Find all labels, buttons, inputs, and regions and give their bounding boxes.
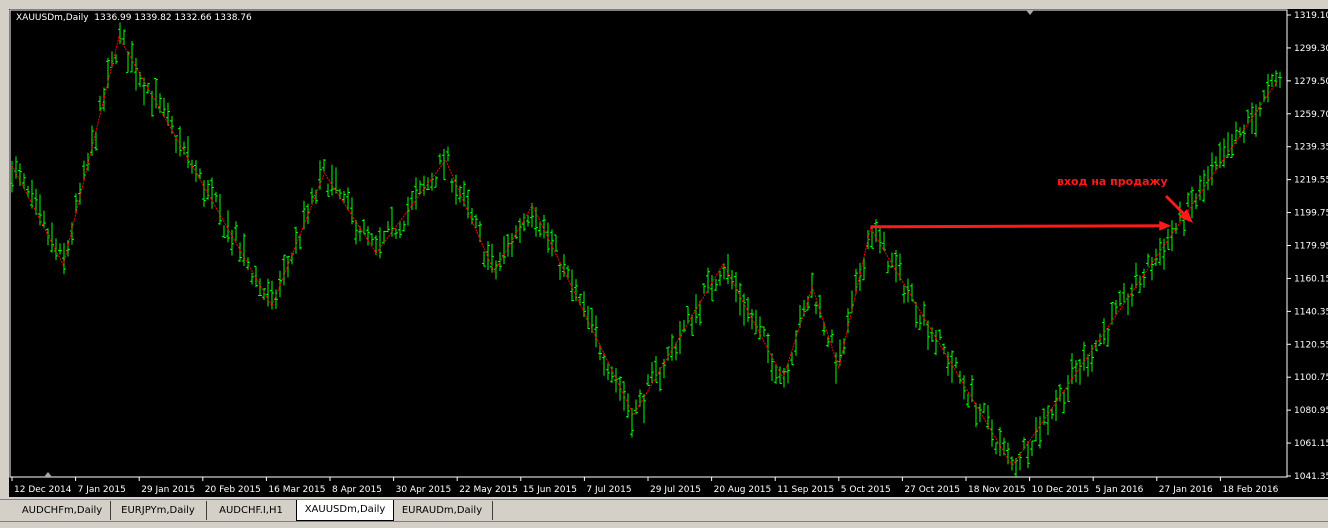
x-tick-label: 20 Feb 2015 bbox=[205, 485, 261, 495]
x-tick-label: 20 Aug 2015 bbox=[714, 485, 772, 495]
y-tick-label: 1219.55 bbox=[1294, 176, 1328, 186]
x-tick-label: 30 Apr 2015 bbox=[396, 485, 452, 495]
tab-audchfm-daily[interactable]: AUDCHFm,Daily bbox=[14, 501, 111, 520]
x-tick-label: 18 Nov 2015 bbox=[968, 485, 1026, 495]
tab-euraudm-daily[interactable]: EURAUDm,Daily bbox=[392, 501, 493, 520]
y-tick-label: 1279.50 bbox=[1294, 77, 1328, 87]
tab-eurjpym-daily[interactable]: EURJPYm,Daily bbox=[110, 501, 207, 520]
price-bars bbox=[10, 22, 1282, 477]
price-chart[interactable]: 1319.10 1299.30 1279.50 1259.70 1239.35 1219.… bbox=[9, 9, 1328, 497]
chart-symbol: XAUUSDm,Daily bbox=[16, 13, 89, 23]
y-tick-label: 1140.35 bbox=[1294, 307, 1328, 317]
y-tick-label: 1239.35 bbox=[1294, 143, 1328, 153]
zigzag-line bbox=[11, 35, 1279, 467]
level-arrow bbox=[870, 224, 1164, 229]
chart-ohlc: 1336.99 1339.82 1332.66 1338.76 bbox=[94, 13, 252, 23]
x-tick-label: 11 Sep 2015 bbox=[777, 485, 834, 495]
annotation-text: вход на продажу bbox=[1057, 175, 1168, 188]
toolbar-strip bbox=[0, 0, 1328, 9]
y-tick-label: 1319.10 bbox=[1294, 11, 1328, 21]
x-tick-label: 18 Feb 2016 bbox=[1222, 485, 1278, 495]
x-tick-label: 16 Mar 2015 bbox=[268, 485, 325, 495]
x-tick-label: 29 Jul 2015 bbox=[650, 485, 701, 495]
y-tick-label: 1120.55 bbox=[1294, 340, 1328, 350]
x-tick-label: 12 Dec 2014 bbox=[14, 485, 72, 495]
x-tick-label: 15 Jun 2015 bbox=[523, 485, 577, 495]
x-tick-label: 5 Jan 2016 bbox=[1095, 485, 1143, 495]
y-tick-label: 1179.95 bbox=[1294, 242, 1328, 252]
y-tick-label: 1061.15 bbox=[1294, 439, 1328, 449]
chart-header: XAUUSDm,Daily 1336.99 1339.82 1332.66 13… bbox=[16, 13, 252, 23]
tab-xauusdm-daily[interactable]: XAUUSDm,Daily bbox=[296, 500, 394, 521]
y-tick-label: 1199.75 bbox=[1294, 209, 1328, 219]
chart-window[interactable]: 1319.10 1299.30 1279.50 1259.70 1239.35 1219.… bbox=[9, 9, 1328, 497]
x-tick-label: 10 Dec 2015 bbox=[1032, 485, 1090, 495]
y-tick-label: 1041.35 bbox=[1294, 472, 1328, 482]
x-tick-label: 7 Jul 2015 bbox=[586, 485, 631, 495]
arrow-head-icon bbox=[1159, 220, 1172, 231]
x-tick-label: 27 Jan 2016 bbox=[1159, 485, 1213, 495]
x-tick-label: 8 Apr 2015 bbox=[332, 485, 382, 495]
shift-marker-icon bbox=[44, 472, 52, 477]
tab-audchf-i-h1[interactable]: AUDCHF.I,H1 bbox=[206, 501, 297, 520]
x-tick-label: 22 May 2015 bbox=[459, 485, 518, 495]
x-tick-label: 27 Oct 2015 bbox=[904, 485, 960, 495]
y-tick-label: 1100.75 bbox=[1294, 373, 1328, 383]
y-tick-label: 1080.95 bbox=[1294, 406, 1328, 416]
x-tick-label: 7 Jan 2015 bbox=[78, 485, 126, 495]
y-tick-label: 1160.15 bbox=[1294, 274, 1328, 284]
y-tick-label: 1259.70 bbox=[1294, 110, 1328, 120]
x-tick-label: 29 Jan 2015 bbox=[141, 485, 195, 495]
y-tick-label: 1299.30 bbox=[1294, 44, 1328, 54]
scroll-marker-icon bbox=[1026, 10, 1034, 15]
plot-frame bbox=[9, 9, 1288, 478]
x-tick-label: 5 Oct 2015 bbox=[841, 485, 891, 495]
chart-tabs: AUDCHFm,Daily EURJPYm,Daily AUDCHF.I,H1 XAU… bbox=[0, 499, 1328, 522]
